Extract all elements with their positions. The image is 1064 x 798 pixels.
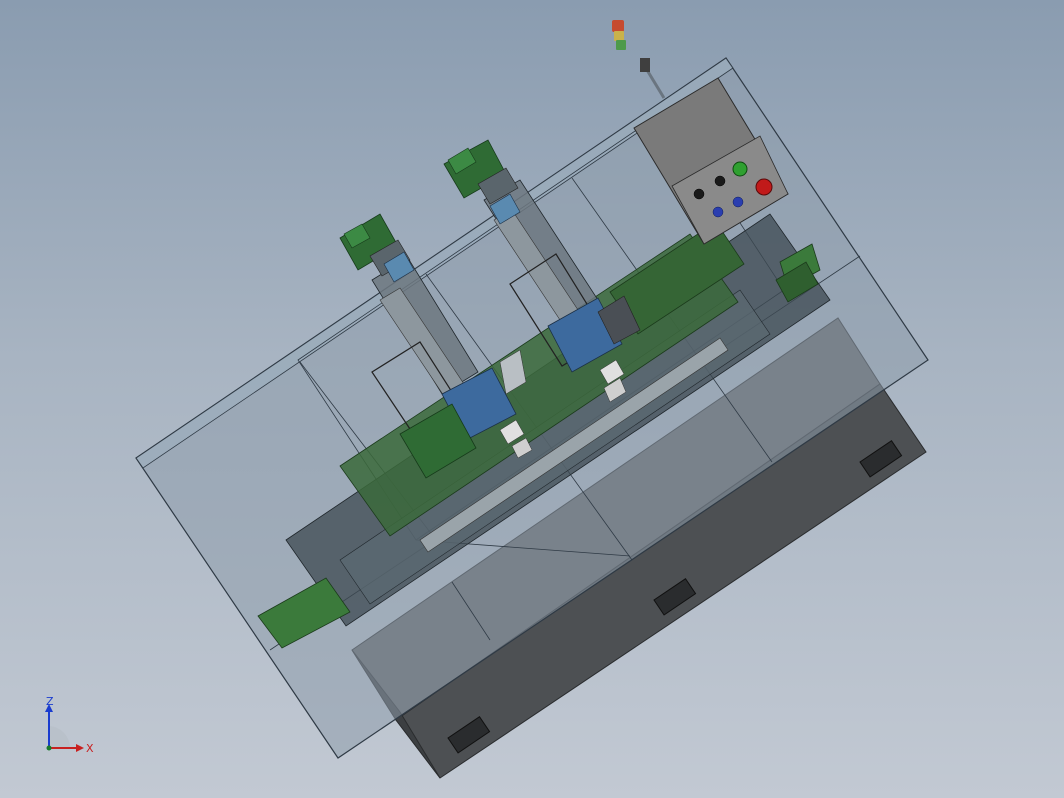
red-button (755, 178, 773, 196)
z-axis-label: Z (46, 696, 54, 708)
triad-plane-shading (49, 726, 71, 748)
signal-tower (612, 20, 666, 99)
black-button-1 (693, 188, 705, 200)
x-axis-label: X (86, 742, 94, 755)
triad-origin (46, 745, 52, 751)
orientation-triad[interactable]: Z X (36, 696, 106, 760)
blue-button-2 (732, 196, 744, 208)
cad-viewport[interactable]: Z X (0, 0, 1064, 798)
green-button (732, 161, 748, 177)
blue-button-1 (712, 206, 724, 218)
left-motor (339, 213, 415, 283)
right-motor (443, 139, 521, 225)
black-button-2 (714, 175, 726, 187)
x-axis-arrow-icon (76, 744, 84, 752)
machine-assembly-3d-view[interactable] (0, 0, 1064, 798)
